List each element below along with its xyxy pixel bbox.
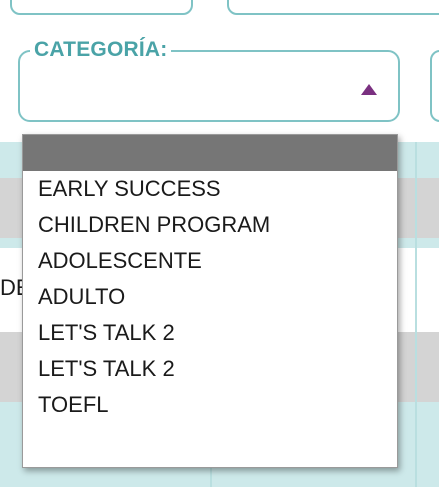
- dropdown-option[interactable]: TOEFL: [23, 387, 397, 423]
- dropdown-option[interactable]: CHILDREN PROGRAM: [23, 207, 397, 243]
- table-column-divider: [415, 142, 417, 487]
- adjacent-select[interactable]: [430, 50, 439, 122]
- dropdown-option[interactable]: ADOLESCENTE: [23, 243, 397, 279]
- dropdown-option-blank[interactable]: [23, 135, 397, 171]
- dropdown-option[interactable]: EARLY SUCCESS: [23, 171, 397, 207]
- dropdown-option[interactable]: LET'S TALK 2: [23, 351, 397, 387]
- dropdown-option[interactable]: LET'S TALK 2: [23, 315, 397, 351]
- category-label: CATEGORÍA:: [30, 38, 172, 62]
- screen: DE CATEGORÍA: EARLY SUCCESS CHILDREN PRO…: [0, 0, 439, 487]
- top-field-right[interactable]: [227, 0, 439, 15]
- dropdown-option[interactable]: ADULTO: [23, 279, 397, 315]
- top-field-left[interactable]: [10, 0, 193, 15]
- caret-up-icon[interactable]: [361, 84, 377, 95]
- category-dropdown-list[interactable]: EARLY SUCCESS CHILDREN PROGRAM ADOLESCEN…: [22, 134, 398, 468]
